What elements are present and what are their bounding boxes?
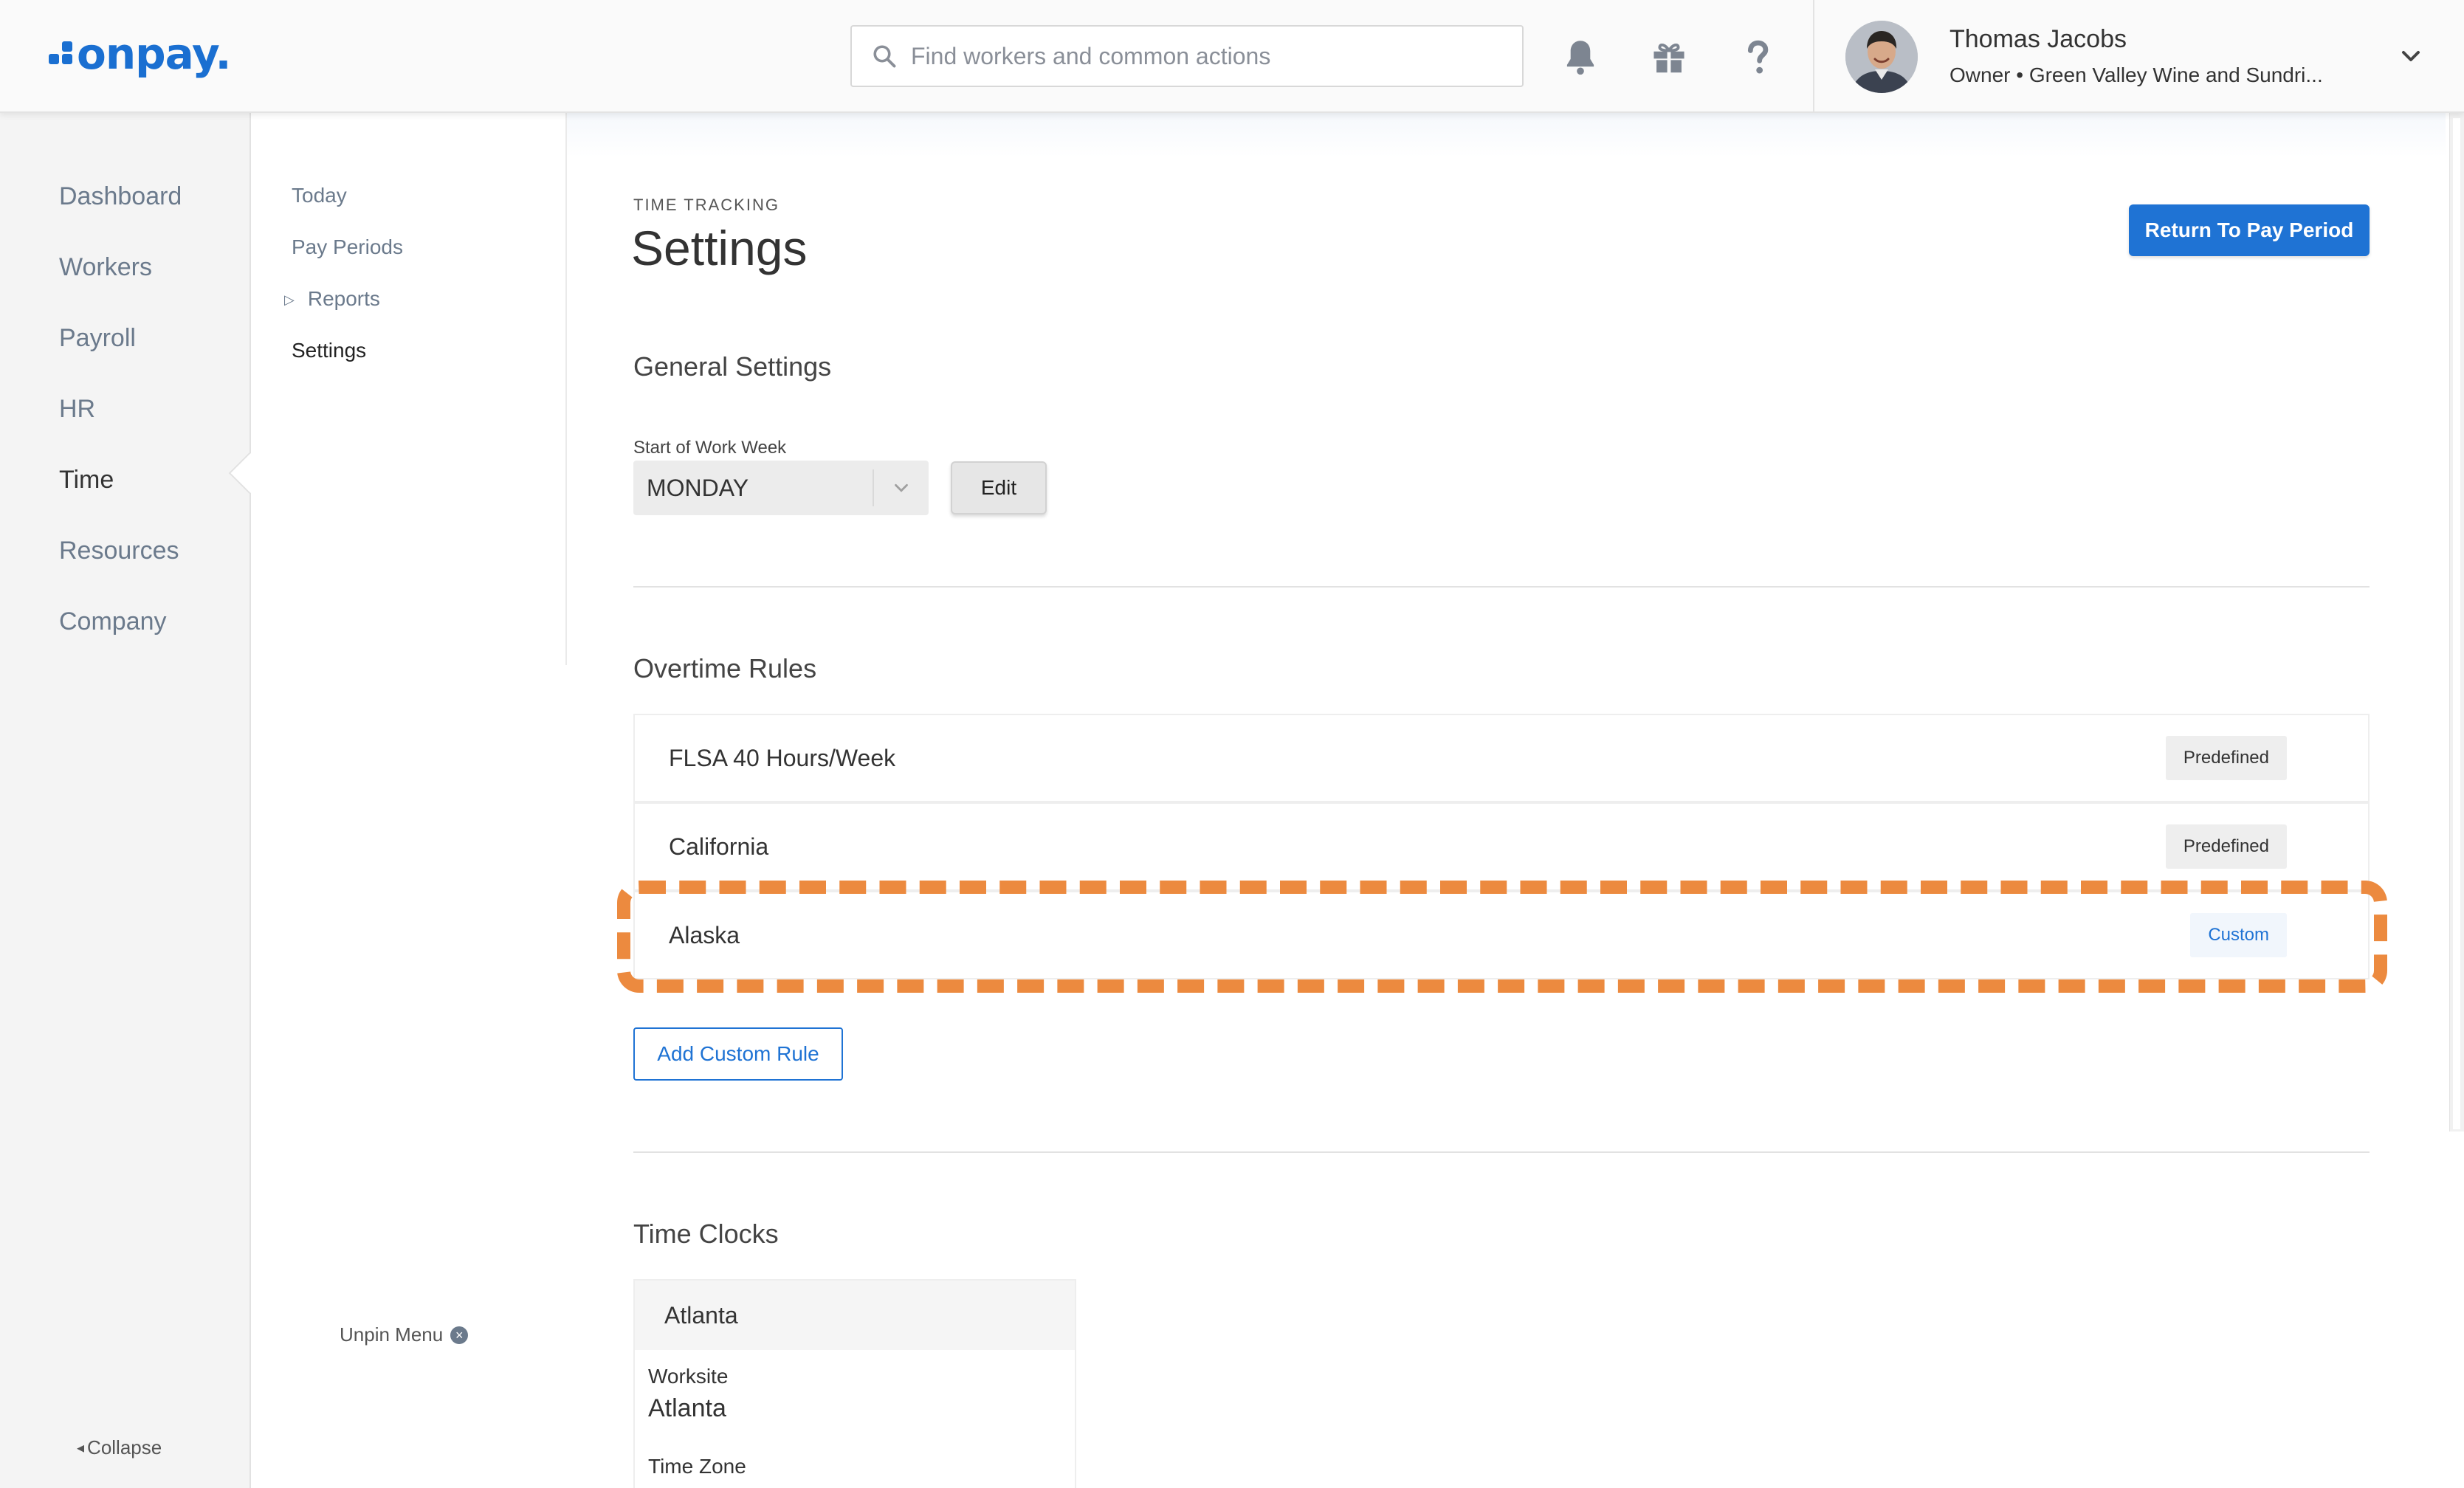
user-role: Owner • Green Valley Wine and Sundri... bbox=[1949, 63, 2323, 86]
time-clocks-title: Time Clocks bbox=[633, 1219, 779, 1249]
help-icon[interactable] bbox=[1736, 35, 1779, 78]
subnav-reports-label: Reports bbox=[307, 287, 380, 310]
nav-company[interactable]: Company bbox=[59, 607, 167, 636]
custom-badge: Custom bbox=[2190, 913, 2287, 957]
caret-right-icon: ▷ bbox=[284, 292, 295, 308]
chevron-down-icon[interactable] bbox=[2396, 41, 2426, 71]
return-to-pay-period-button[interactable]: Return To Pay Period bbox=[2129, 204, 2370, 256]
scrollbar-thumb[interactable] bbox=[2453, 118, 2460, 1129]
search-icon bbox=[873, 45, 896, 68]
collapse-button[interactable]: ◂ Collapse bbox=[77, 1436, 162, 1459]
close-circle-icon: × bbox=[450, 1326, 469, 1344]
logo-text: onpay. bbox=[77, 29, 232, 79]
nav-time[interactable]: Time bbox=[59, 466, 114, 495]
subnav-reports[interactable]: ▷ Reports bbox=[284, 287, 380, 311]
nav-hr[interactable]: HR bbox=[59, 395, 95, 424]
worksite-label: Worksite bbox=[648, 1365, 729, 1388]
select-value: MONDAY bbox=[647, 474, 749, 501]
start-of-work-week-select[interactable]: MONDAY bbox=[633, 461, 929, 515]
time-zone-label: Time Zone bbox=[648, 1455, 746, 1478]
gift-icon[interactable] bbox=[1648, 35, 1690, 78]
unpin-menu-label: Unpin Menu bbox=[340, 1323, 444, 1346]
main-top-band bbox=[567, 113, 2446, 157]
user-avatar[interactable] bbox=[1845, 21, 1918, 93]
user-photo bbox=[1845, 21, 1918, 93]
predefined-badge: Predefined bbox=[2165, 736, 2287, 780]
bell-icon[interactable] bbox=[1559, 35, 1602, 78]
general-settings-title: General Settings bbox=[633, 351, 832, 382]
collapse-label: Collapse bbox=[87, 1436, 162, 1458]
section-divider bbox=[633, 586, 2370, 588]
nav-resources[interactable]: Resources bbox=[59, 537, 179, 565]
user-name[interactable]: Thomas Jacobs bbox=[1949, 25, 2127, 54]
overtime-rule-row[interactable]: California Predefined bbox=[633, 802, 2370, 891]
search-bar[interactable] bbox=[850, 25, 1524, 87]
predefined-badge: Predefined bbox=[2165, 824, 2287, 869]
chevron-down-icon bbox=[874, 477, 929, 499]
onpay-logo[interactable]: onpay. bbox=[47, 28, 232, 80]
overtime-rule-row[interactable]: Alaska Custom bbox=[633, 891, 2370, 979]
subnav-settings[interactable]: Settings bbox=[292, 339, 366, 362]
time-clock-card[interactable]: Atlanta Worksite Atlanta Time Zone bbox=[633, 1279, 1076, 1488]
caret-left-icon: ◂ bbox=[77, 1440, 85, 1456]
section-divider bbox=[633, 1151, 2370, 1153]
nav-payroll[interactable]: Payroll bbox=[59, 324, 136, 353]
subnav-pay-periods[interactable]: Pay Periods bbox=[292, 235, 403, 259]
top-header: onpay. Thomas Jacobs Owner • Green bbox=[0, 0, 2464, 113]
time-clock-card-title: Atlanta bbox=[635, 1281, 1075, 1350]
page-eyebrow: TIME TRACKING bbox=[633, 196, 780, 214]
start-of-work-week-label: Start of Work Week bbox=[633, 438, 787, 458]
add-custom-rule-button[interactable]: Add Custom Rule bbox=[633, 1027, 843, 1081]
nav-dashboard[interactable]: Dashboard bbox=[59, 182, 182, 211]
page-title: Settings bbox=[631, 221, 808, 275]
subnav-today[interactable]: Today bbox=[292, 184, 347, 207]
rule-name: FLSA 40 Hours/Week bbox=[669, 744, 896, 771]
secondary-sidebar: Today Pay Periods ▷ Reports Settings bbox=[228, 113, 567, 1488]
worksite-value: Atlanta bbox=[648, 1394, 726, 1422]
nav-workers[interactable]: Workers bbox=[59, 253, 152, 282]
overtime-rule-row[interactable]: FLSA 40 Hours/Week Predefined bbox=[633, 714, 2370, 802]
unpin-menu-button[interactable]: Unpin Menu × bbox=[340, 1323, 469, 1346]
search-input[interactable] bbox=[911, 42, 1522, 70]
rule-name: California bbox=[669, 833, 769, 860]
rule-name: Alaska bbox=[669, 921, 740, 948]
header-divider bbox=[1813, 0, 1814, 113]
logo-mark-icon bbox=[47, 39, 74, 69]
overtime-rules-title: Overtime Rules bbox=[633, 653, 817, 683]
edit-button[interactable]: Edit bbox=[951, 461, 1047, 514]
primary-sidebar: Dashboard Workers Payroll HR Time Resour… bbox=[0, 113, 251, 1488]
